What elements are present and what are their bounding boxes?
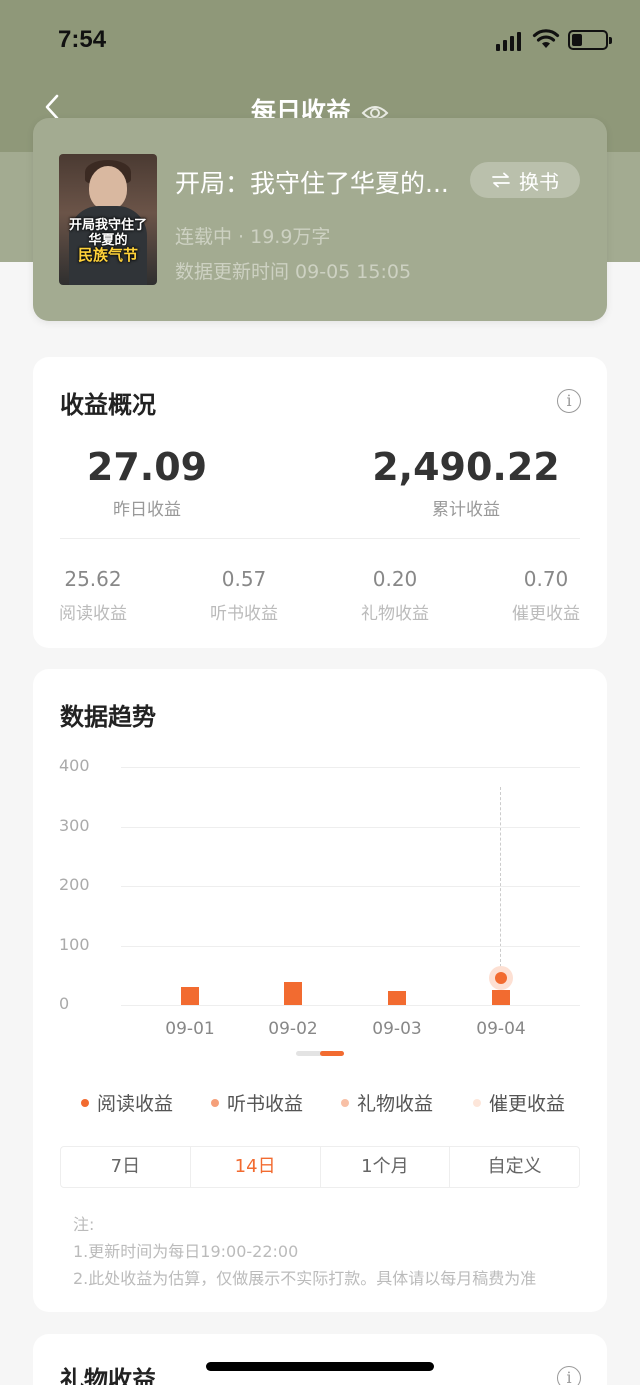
urge-update-earnings-value: 0.70 [523, 567, 569, 591]
y-tick-label: 300 [59, 815, 90, 835]
book-cover[interactable]: 开局我守住了 华夏的 民族气节 [59, 154, 157, 285]
reading-earnings-value: 25.62 [64, 567, 122, 591]
legend-label: 礼物收益 [357, 1093, 434, 1115]
audiobook-earnings-value: 0.57 [221, 567, 267, 591]
legend-urge[interactable]: 催更收益 [473, 1089, 565, 1116]
legend-dot [81, 1098, 89, 1107]
battery-icon [568, 30, 612, 50]
divider [60, 538, 580, 539]
note-line-2: 2.此处收益为估算，仅做展示不实际打款。具体请以每月稿费为准 [73, 1269, 537, 1288]
grid-line [121, 767, 580, 768]
trend-title: 数据趋势 [60, 703, 156, 731]
overview-card: 收益概况 i 27.09 昨日收益 2,490.22 累计收益 25.62 阅读… [33, 357, 607, 648]
grid-line [121, 826, 580, 828]
gift-title: 礼物收益 [60, 1366, 156, 1385]
cover-art-face [89, 166, 127, 210]
info-icon[interactable]: i [557, 1366, 581, 1385]
cover-title-line: 民族气节 [77, 246, 138, 264]
legend-gift[interactable]: 礼物收益 [341, 1089, 433, 1116]
chart-scroll-indicator[interactable] [296, 1051, 344, 1056]
legend-label: 催更收益 [489, 1093, 566, 1115]
swap-book-label: 换书 [519, 169, 559, 194]
x-tick-label: 09-02 [268, 1019, 318, 1039]
x-tick-label: 09-01 [165, 1019, 215, 1039]
yesterday-earnings-label: 昨日收益 [113, 500, 181, 520]
signal-icon [496, 31, 522, 51]
y-tick-label: 200 [59, 875, 90, 894]
total-earnings-value: 2,490.22 [372, 445, 560, 489]
book-meta: 连载中 · 19.9万字 [175, 226, 331, 248]
audiobook-earnings-label: 听书收益 [210, 604, 278, 624]
wifi-icon [532, 29, 560, 48]
grid-line [121, 1005, 580, 1006]
bar-09-02[interactable] [284, 982, 302, 1005]
trend-card: 数据趋势 阅读收益 听书收益 礼物收益 催更收益 7日 14日 1个月 自定义 … [33, 669, 607, 1312]
data-update-time: 数据更新时间 09-05 15:05 [175, 261, 412, 283]
range-tab-7d[interactable]: 7日 [61, 1147, 191, 1187]
bar-09-03[interactable] [388, 990, 406, 1005]
info-icon[interactable]: i [557, 389, 581, 413]
y-tick-label: 0 [59, 994, 70, 1013]
bar-09-04[interactable] [492, 990, 510, 1005]
swap-book-button[interactable]: 换书 [470, 162, 580, 198]
chart-scroll-thumb [320, 1051, 344, 1056]
y-tick-label: 400 [59, 756, 90, 775]
bar-09-01[interactable] [181, 987, 199, 1005]
legend-label: 听书收益 [227, 1093, 304, 1115]
overview-title: 收益概况 [60, 391, 156, 419]
cover-title-line: 开局我守住了 [68, 218, 147, 233]
reading-earnings: 25.62 阅读收益 [33, 567, 153, 624]
yesterday-earnings-value: 27.09 [86, 445, 208, 489]
urge-update-earnings: 0.70 催更收益 [486, 567, 606, 624]
y-tick-label: 100 [59, 934, 90, 954]
legend-audiobook[interactable]: 听书收益 [211, 1089, 303, 1116]
book-card: 开局我守住了 华夏的 民族气节 开局：我守住了华夏的... 换书 连载中 · 1… [33, 118, 607, 321]
status-bar: 7:54 [0, 0, 640, 80]
range-tab-custom[interactable]: 自定义 [450, 1147, 579, 1187]
note-line-1: 1.更新时间为每日19:00-22:00 [73, 1242, 299, 1261]
audiobook-earnings: 0.57 听书收益 [184, 567, 304, 624]
chart-cursor-line [500, 787, 501, 967]
gift-earnings: 0.20 礼物收益 [335, 567, 455, 624]
reading-earnings-label: 阅读收益 [59, 604, 127, 624]
swap-icon [492, 172, 510, 188]
legend-dot [473, 1098, 481, 1107]
gift-earnings-label: 礼物收益 [361, 604, 429, 624]
status-time: 7:54 [58, 26, 107, 53]
gift-card: 礼物收益 i [33, 1334, 607, 1385]
book-title[interactable]: 开局：我守住了华夏的... [175, 164, 475, 200]
urge-update-earnings-label: 催更收益 [512, 604, 580, 624]
home-indicator[interactable] [206, 1362, 434, 1371]
note-heading: 注: [73, 1215, 95, 1234]
total-earnings-label: 累计收益 [432, 500, 500, 520]
legend-label: 阅读收益 [97, 1093, 174, 1115]
legend-reading[interactable]: 阅读收益 [81, 1089, 173, 1116]
gift-earnings-value: 0.20 [372, 567, 418, 591]
grid-line [121, 886, 580, 887]
legend-dot [211, 1098, 219, 1107]
grid-line [121, 945, 580, 947]
x-tick-label: 09-03 [372, 1019, 422, 1039]
range-tab-1m[interactable]: 1个月 [321, 1147, 451, 1187]
x-tick-label: 09-04 [476, 1019, 526, 1039]
range-selector: 7日 14日 1个月 自定义 [60, 1146, 580, 1188]
legend-dot [341, 1098, 349, 1107]
range-tab-14d[interactable]: 14日 [191, 1147, 321, 1187]
